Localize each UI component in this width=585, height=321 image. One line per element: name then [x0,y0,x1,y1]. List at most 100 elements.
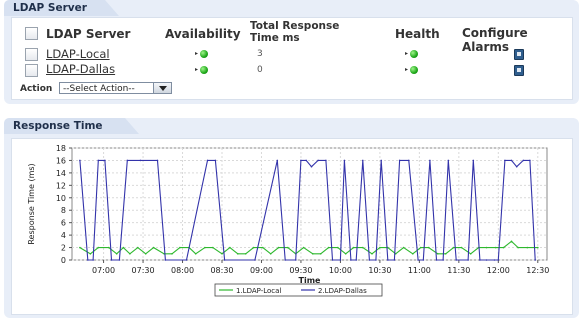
data-point [221,253,223,255]
x-tick-label: 12:00 [487,266,510,275]
data-point [442,259,444,261]
chevron-down-icon[interactable] [153,83,171,93]
data-point [467,259,469,261]
data-point [164,259,167,261]
health-ok-icon: ▸ [405,66,419,74]
data-point [277,246,280,249]
data-point [343,159,346,162]
data-point [223,259,226,261]
availability-up-icon: ▸ [195,66,209,74]
data-point [517,246,519,249]
data-point [408,159,410,162]
x-tick-label: 10:30 [368,266,391,275]
data-point [529,159,531,162]
data-point [375,259,377,261]
data-point [152,246,155,249]
data-point [110,259,113,261]
data-point [118,259,121,261]
action-label: Action [20,84,53,94]
response-time-panel: Response Time 0 2 4 6 8 10 12 14 16 18 07:00 07:30 0… [4,118,579,318]
data-point [485,246,488,249]
data-point [393,259,396,261]
availability-up-icon: ▸ [195,50,209,58]
x-tick-label: 10:00 [329,266,352,275]
data-point [419,246,422,249]
server-link-ldap-dallas[interactable]: LDAP-Dallas [46,62,115,76]
data-point [339,259,342,261]
data-point [104,159,106,162]
row-checkbox-ldap-dallas[interactable] [25,64,38,77]
data-point [493,259,496,261]
data-point [139,159,142,162]
data-point [422,259,425,261]
data-point [97,159,100,162]
data-point [435,259,438,261]
legend-label-2: 2.LDAP-Dallas [318,287,367,295]
data-point [447,159,450,162]
data-point [469,253,472,255]
data-point [452,246,455,249]
data-point [504,159,506,162]
data-point [244,253,247,255]
data-point [276,159,279,162]
data-point [156,159,159,162]
data-point [472,159,475,162]
data-point [92,259,94,261]
column-header-response-line1[interactable]: Total Response [250,20,339,32]
column-header-server[interactable]: LDAP Server [46,27,130,41]
select-all-checkbox[interactable] [25,27,38,40]
legend-label-1: 1.LDAP-Local [236,287,281,295]
data-point [300,159,302,162]
response-time-chart: 0 2 4 6 8 10 12 14 16 18 07:00 07:30 08:00 08:30 09:00… [27,144,549,297]
data-point [294,259,297,261]
data-point [398,159,401,162]
data-point [287,246,289,249]
column-header-availability[interactable]: Availability [165,27,241,41]
y-tick-label: 0 [61,256,66,265]
health-ok-icon: ▸ [405,50,419,58]
x-tick-label: 11:30 [447,266,470,275]
data-point [179,246,181,249]
data-point [437,253,439,255]
y-tick-label: 10 [56,194,66,203]
data-point [522,159,525,162]
data-point [284,259,287,261]
ldap-panel-title: LDAP Server [4,0,119,16]
data-point [362,159,364,162]
data-point [312,253,314,255]
ldap-table: LDAP Server Availability Total Response … [11,17,573,100]
data-point [206,159,209,162]
data-point [305,159,308,162]
data-point [252,246,255,249]
data-point [387,259,389,261]
response-time-value: 0 [257,65,263,75]
data-point [515,165,518,168]
y-tick-label: 12 [56,181,66,190]
data-point [237,253,239,255]
x-tick-label: 07:00 [92,266,115,275]
data-point [327,246,330,249]
data-point [214,159,217,162]
x-tick-label: 08:00 [171,266,194,275]
data-point [352,246,355,249]
data-point [479,259,481,261]
data-point [79,246,81,249]
configure-alarm-icon[interactable] [514,65,524,76]
data-point [485,259,488,261]
data-point [417,259,419,261]
row-checkbox-ldap-local[interactable] [25,48,38,61]
action-select[interactable]: --Select Action-- [59,82,172,94]
data-point [229,246,231,249]
configure-alarm-icon[interactable] [514,49,524,60]
column-header-response-line2[interactable]: Time ms [250,32,300,44]
column-header-health[interactable]: Health [395,27,440,41]
data-point [262,246,264,249]
data-point [337,246,339,249]
data-point [380,159,383,162]
data-point [144,253,147,255]
data-point [534,259,536,261]
data-point [126,159,129,162]
data-point [87,259,89,261]
y-tick-label: 4 [61,231,66,240]
server-link-ldap-local[interactable]: LDAP-Local [46,47,110,61]
